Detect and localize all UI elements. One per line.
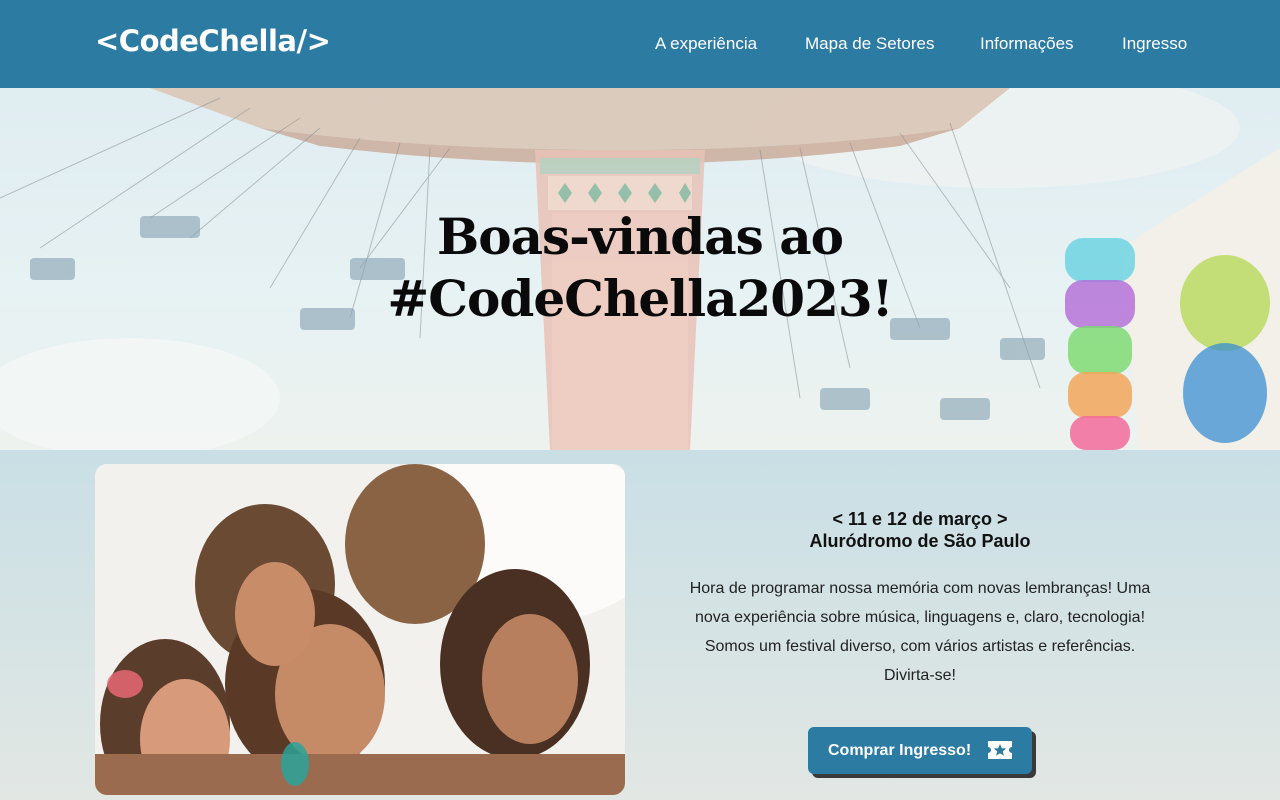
hero-title-line-2: #CodeChella2023! <box>387 269 893 328</box>
description-line: nova experiência sobre música, linguagen… <box>694 609 1146 626</box>
event-date: < 11 e 12 de março > <box>832 509 1008 529</box>
hero-title: Boas-vindas ao #CodeChella2023! <box>0 206 1280 330</box>
nav-link-experiencia[interactable]: A experiência <box>655 34 757 54</box>
description-line: Divirta-se! <box>883 667 956 684</box>
description-line: Somos um festival diverso, com vários ar… <box>704 638 1136 655</box>
nav-link-informacoes[interactable]: Informações <box>980 34 1074 54</box>
hero-title-line-1: Boas-vindas ao <box>437 207 844 266</box>
nav-link-mapa-de-setores[interactable]: Mapa de Setores <box>805 34 934 54</box>
festival-crowd-photo <box>95 464 625 795</box>
buy-ticket-label: Comprar Ingresso! <box>828 741 972 759</box>
event-description: Hora de programar nossa memória com nova… <box>660 574 1180 690</box>
nav-link-ingresso[interactable]: Ingresso <box>1122 34 1187 54</box>
hero-banner: Boas-vindas ao #CodeChella2023! <box>0 88 1280 450</box>
description-line: Hora de programar nossa memória com nova… <box>689 580 1151 597</box>
ticket-star-icon <box>988 741 1012 759</box>
buy-ticket-button[interactable]: Comprar Ingresso! <box>808 727 1032 774</box>
event-details: < 11 e 12 de março > Aluródromo de São P… <box>660 508 1180 690</box>
event-info-section: < 11 e 12 de março > Aluródromo de São P… <box>0 450 1280 800</box>
top-header: <CodeChella/> A experiência Mapa de Seto… <box>0 0 1280 88</box>
logo[interactable]: <CodeChella/> <box>95 24 331 58</box>
event-venue: Aluródromo de São Paulo <box>809 531 1031 551</box>
